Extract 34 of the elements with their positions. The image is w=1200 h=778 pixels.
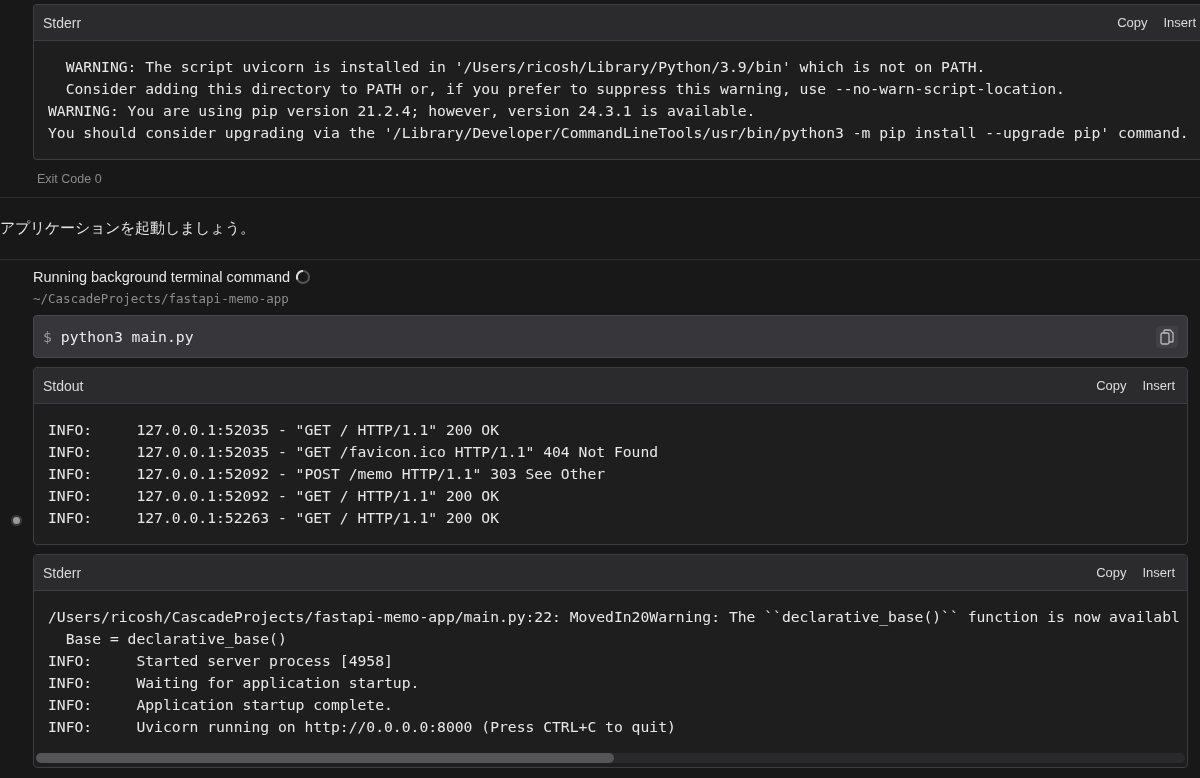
- output-line: Consider adding this directory to PATH or, if you prefer to suppress this warning, use --no-warn-script-location.: [64, 79, 1066, 99]
- action-link[interactable]: Insert: [1139, 376, 1178, 395]
- panel-title: Stderr: [43, 14, 82, 31]
- output-line: You should consider upgrading via the '/Library/Developer/CommandLineTools/usr/bin/python3 -m pip install --upgrade pip' command.: [48, 123, 1190, 143]
- panel-title: Stdout: [43, 377, 84, 394]
- output-line: INFO: Application startup complete.: [48, 695, 394, 715]
- action-link[interactable]: Copy: [1093, 563, 1130, 582]
- copy-button[interactable]: [1156, 325, 1178, 348]
- command-text: python3 main.py: [60, 328, 194, 345]
- output-line: INFO: Waiting for application startup.: [48, 673, 421, 693]
- output-line: INFO: 127.0.0.1:52092 - "GET / HTTP/1.1" 200 OK: [48, 486, 500, 506]
- output-line: INFO: 127.0.0.1:52092 - "POST /memo HTTP/1.1" 303 See Other: [48, 464, 607, 484]
- output-line: INFO: 127.0.0.1:52035 - "GET / HTTP/1.1" 200 OK: [48, 420, 500, 440]
- action-link[interactable]: Insert: [1160, 13, 1199, 32]
- action-link[interactable]: Copy: [1114, 13, 1151, 32]
- output-line: /Users/ricosh/CascadeProjects/fastapi-memo-app/main.py:22: MovedIn20Warning: The ``declarative_base()`` function is now availabl: [48, 607, 1181, 628]
- output-line: INFO: Started server process [4958]: [48, 651, 394, 671]
- message-text: アプリケーションを起動しましょう。: [0, 198, 1200, 260]
- scrollbar[interactable]: [36, 753, 1185, 763]
- exit-code: Exit Code 0: [36, 171, 103, 186]
- action-link[interactable]: Insert: [1139, 563, 1178, 582]
- status-text: Running background terminal command: [33, 269, 291, 285]
- output-line: INFO: Uvicorn running on http://0.0.0.0:8000 (Press CTRL+C to quit): [48, 717, 677, 737]
- copy-icon: [1160, 328, 1174, 345]
- panel-title: Stderr: [43, 564, 82, 581]
- output-line: Base = declarative_base(): [64, 629, 288, 650]
- output-line: INFO: 127.0.0.1:52035 - "GET /favicon.ico HTTP/1.1" 404 Not Found: [48, 442, 660, 462]
- bullet-icon: [11, 515, 22, 526]
- action-link[interactable]: Copy: [1093, 376, 1130, 395]
- output-line: INFO: 127.0.0.1:52263 - "GET / HTTP/1.1" 200 OK: [48, 508, 500, 528]
- directory-path: ~/CascadeProjects/fastapi-memo-app: [33, 290, 290, 308]
- output-line: WARNING: You are using pip version 21.2.4; however, version 24.3.1 is available.: [48, 101, 757, 121]
- prompt-symbol: $: [43, 328, 52, 345]
- output-line: WARNING: The script uvicorn is installed in '/Users/ricosh/Library/Python/3.9/bin' which is not on PATH.: [64, 57, 987, 77]
